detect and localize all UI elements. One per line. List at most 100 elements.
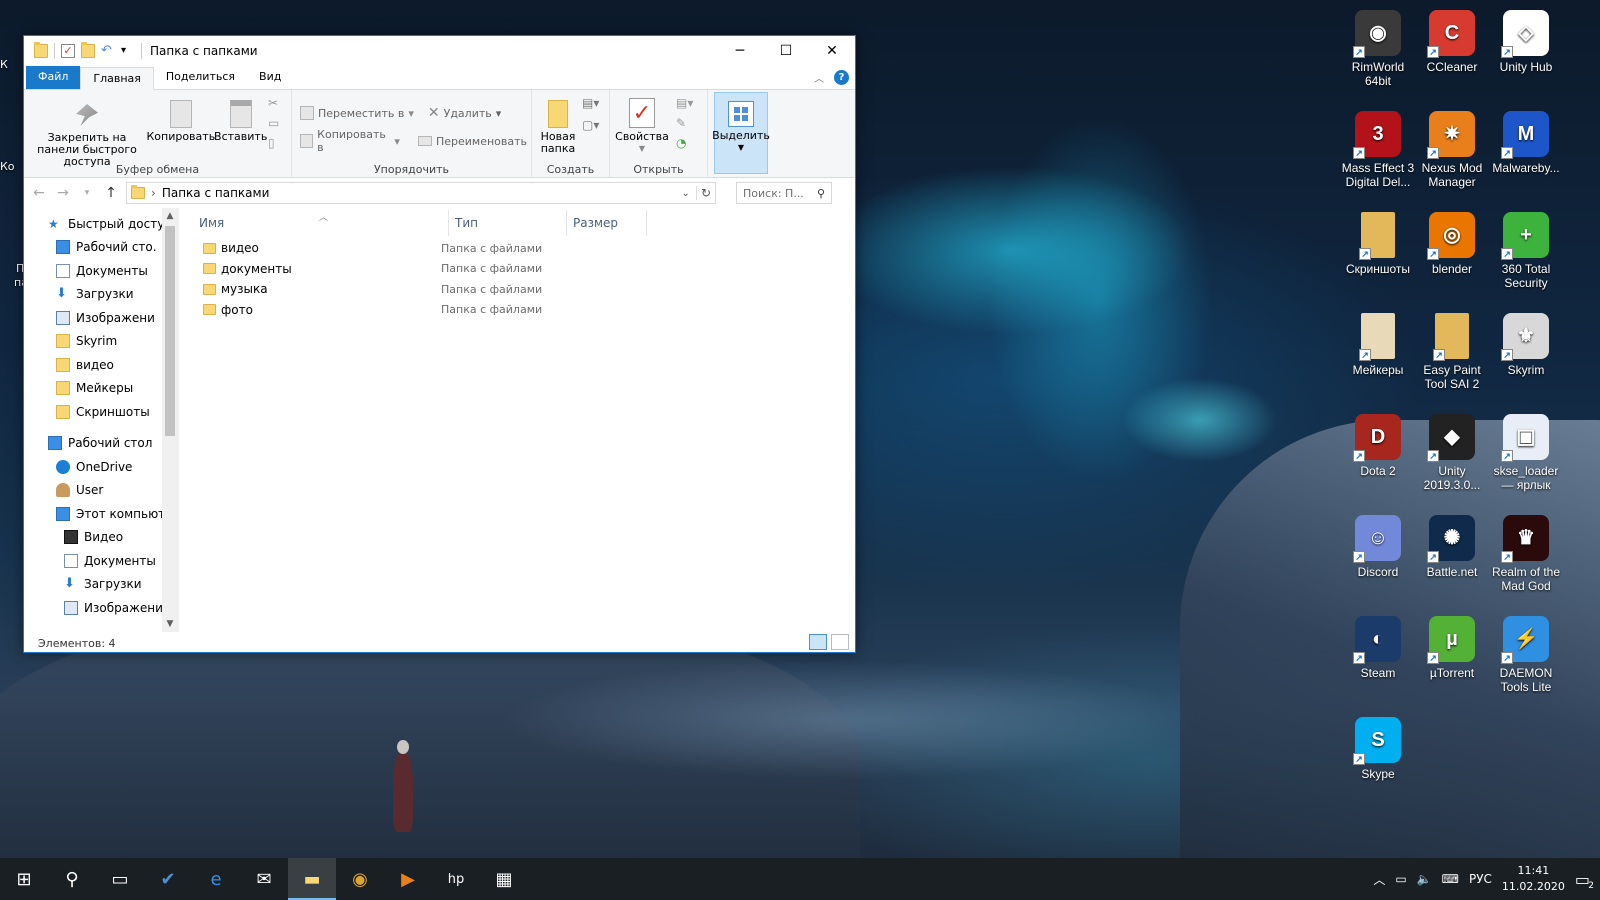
details-view-icon[interactable] (809, 634, 827, 650)
store-icon[interactable]: ▦ (480, 858, 528, 900)
close-button[interactable]: ✕ (809, 36, 855, 66)
copy-button[interactable]: Копировать (146, 92, 215, 143)
desktop-shortcut[interactable]: ▣ ↗ skse_loader — ярлык (1488, 412, 1564, 502)
column-type[interactable]: Тип (449, 210, 567, 236)
copy-path-icon[interactable]: ▭ (268, 116, 279, 130)
scroll-up-icon[interactable]: ▲ (162, 208, 178, 224)
cut-icon[interactable]: ✂ (268, 96, 279, 110)
desktop-shortcut[interactable]: ◐ ↗ Steam (1340, 614, 1416, 704)
nav-item[interactable]: Изображения (24, 596, 178, 620)
file-row[interactable]: фото Папка с файлами (179, 300, 855, 321)
address-dropdown-icon[interactable]: ⌄ (682, 188, 690, 199)
desktop-shortcut[interactable]: ↗ Easy Paint Tool SAI 2 (1414, 311, 1490, 401)
large-icons-view-icon[interactable] (831, 634, 849, 650)
volume-icon[interactable]: 🔈 (1417, 872, 1432, 886)
desktop-shortcut[interactable]: ⚜ ↗ Skyrim (1488, 311, 1564, 401)
notifications-icon[interactable]: ▭ 2 (1575, 870, 1594, 891)
nav-quick-access[interactable]: ★ Быстрый доступ (24, 212, 178, 236)
hp-icon[interactable]: hp (432, 858, 480, 900)
minimize-button[interactable]: ─ (717, 36, 763, 66)
file-explorer-icon[interactable]: ▬ (288, 858, 336, 900)
media-player-icon[interactable]: ▶ (384, 858, 432, 900)
help-icon[interactable]: ? (834, 70, 849, 85)
paste-button[interactable]: Вставить (214, 92, 267, 143)
undo-icon[interactable]: ↶ (101, 44, 115, 58)
desktop-shortcut[interactable]: 3 ↗ Mass Effect 3 Digital Del... (1340, 109, 1416, 199)
navigation-pane[interactable]: ★ Быстрый доступ Рабочий сто.📌Документы📌 ⬇ З… (24, 208, 178, 632)
nav-desktop[interactable]: Рабочий стол (24, 432, 178, 456)
pin-to-quick-access-button[interactable]: Закрепить на панели быстрого доступа (28, 92, 146, 168)
desktop-shortcut[interactable]: ◆ ↗ Unity 2019.3.0... (1414, 412, 1490, 502)
desktop-shortcut[interactable]: ✺ ↗ Battle.net (1414, 513, 1490, 603)
chevron-up-icon[interactable]: ︿ (814, 70, 824, 85)
scrollbar-thumb[interactable] (165, 226, 175, 436)
desktop-shortcut[interactable]: S ↗ Skype (1340, 715, 1416, 805)
mail-app-icon[interactable]: ✔ (144, 858, 192, 900)
search-input[interactable]: Поиск: П... ⚲ (736, 182, 832, 204)
forward-arrow-icon[interactable]: → (54, 185, 72, 201)
desktop-shortcut[interactable]: D ↗ Dota 2 (1340, 412, 1416, 502)
desktop-shortcut[interactable]: C ↗ CCleaner (1414, 8, 1490, 98)
tab-home[interactable]: Главная (80, 67, 154, 90)
up-arrow-icon[interactable]: ↑ (102, 185, 120, 201)
file-list[interactable]: ︿ Имя Тип Размер видео Папка с файлами док… (178, 208, 855, 632)
file-row[interactable]: видео Папка с файлами (179, 238, 855, 259)
properties-button[interactable]: ✓ Свойства ▼ (614, 92, 670, 155)
tab-share[interactable]: Поделиться (154, 66, 247, 89)
maximize-button[interactable]: ☐ (763, 36, 809, 66)
task-view-icon[interactable]: ▭ (96, 858, 144, 900)
keyboard-icon[interactable]: ⌨ (1442, 872, 1459, 886)
title-bar[interactable]: ✓ ↶ ▾ Папка с папками ─ ☐ ✕ (24, 36, 855, 66)
nav-item[interactable]: Видео (24, 526, 178, 550)
nav-item[interactable]: Документы📌 (24, 259, 178, 283)
open-icon[interactable]: ▤▾ (676, 96, 693, 110)
desktop-icon-label-partial[interactable]: Ко (0, 160, 22, 173)
scroll-down-icon[interactable]: ▼ (162, 616, 178, 632)
clock[interactable]: 11:41 11.02.2020 (1502, 863, 1565, 895)
customize-toolbar-icon[interactable]: ▾ (121, 44, 135, 58)
nav-item[interactable]: OneDrive (24, 455, 178, 479)
new-folder-button[interactable]: Новая папка (536, 92, 580, 155)
language-indicator[interactable]: РУС (1469, 872, 1492, 886)
history-icon[interactable]: ◔ (676, 136, 693, 150)
nav-item[interactable]: Рабочий сто.📌 (24, 236, 178, 260)
paste-shortcut-icon[interactable]: ▯ (268, 136, 279, 150)
nav-item[interactable]: Этот компьютер (24, 502, 178, 526)
new-folder-icon[interactable] (81, 42, 95, 58)
desktop-shortcut[interactable]: ◎ ↗ blender (1414, 210, 1490, 300)
nav-item[interactable]: ⬇Загрузки📌 (24, 283, 178, 307)
easy-access-icon[interactable]: ▢▾ (582, 118, 599, 132)
navigation-scrollbar[interactable]: ▲ ▼ (162, 208, 178, 632)
desktop-shortcut[interactable]: ↗ Скриншоты (1340, 210, 1416, 300)
desktop-shortcut[interactable]: ✷ ↗ Nexus Mod Manager (1414, 109, 1490, 199)
file-row[interactable]: музыка Папка с файлами (179, 279, 855, 300)
address-bar[interactable]: › Папка с папками ⌄ ↻ (126, 182, 716, 204)
file-explorer-window[interactable]: ✓ ↶ ▾ Папка с папками ─ ☐ ✕ Файл Главная… (23, 35, 856, 653)
network-icon[interactable]: ▭ (1395, 872, 1406, 886)
search-icon[interactable]: ⚲ (48, 858, 96, 900)
desktop-shortcut[interactable]: M ↗ Malwareby... (1488, 109, 1564, 199)
back-arrow-icon[interactable]: ← (30, 185, 48, 201)
move-to-button[interactable]: Переместить в ▾ (300, 102, 414, 124)
desktop-shortcut[interactable]: ↗ Мейкеры (1340, 311, 1416, 401)
desktop-shortcut[interactable]: ♛ ↗ Realm of the Mad God (1488, 513, 1564, 603)
desktop-shortcut[interactable]: + ↗ 360 Total Security (1488, 210, 1564, 300)
copy-to-button[interactable]: Копировать в ▾ (300, 128, 400, 154)
select-button[interactable]: Выделить ▼ (712, 92, 770, 174)
start-icon[interactable]: ⊞ (0, 858, 48, 900)
nav-item[interactable]: Документы (24, 549, 178, 573)
rename-button[interactable]: Переименовать (417, 130, 527, 152)
nav-item[interactable]: Skyrim (24, 330, 178, 354)
desktop-shortcut[interactable]: ☺ ↗ Discord (1340, 513, 1416, 603)
recent-locations-icon[interactable]: ▾ (78, 188, 96, 198)
column-size[interactable]: Размер (567, 210, 647, 236)
refresh-icon[interactable]: ↻ (695, 186, 711, 200)
nav-item[interactable]: Мейкеры (24, 377, 178, 401)
desktop-shortcut[interactable]: ◇ ↗ Unity Hub (1488, 8, 1564, 98)
desktop-icon-label-partial[interactable]: К (0, 58, 22, 71)
tab-view[interactable]: Вид (247, 66, 293, 89)
show-hidden-icons-icon[interactable]: ︿ (1373, 871, 1385, 888)
mail-icon[interactable]: ✉ (240, 858, 288, 900)
chrome-icon[interactable]: ◉ (336, 858, 384, 900)
desktop-shortcut[interactable]: ◉ ↗ RimWorld 64bit (1340, 8, 1416, 98)
